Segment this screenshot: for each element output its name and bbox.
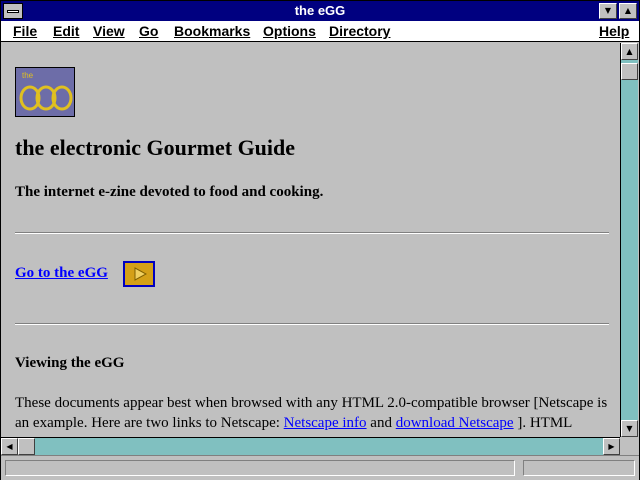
go-to-egg-link[interactable]: Go to the eGG [15,265,108,282]
browser-window: the eGG ▼ ▲ File Edit View Go Bookmarks … [0,0,640,480]
divider [15,232,609,234]
status-message-field [5,460,515,476]
menu-file[interactable]: File [13,23,37,39]
menu-go[interactable]: Go [139,23,158,39]
menu-edit[interactable]: Edit [53,23,79,39]
netscape-info-link[interactable]: Netscape info [284,415,367,431]
page-subheading: The internet e-zine devoted to food and … [15,184,324,200]
minimize-button[interactable]: ▼ [599,3,617,19]
menu-help[interactable]: Help [599,23,629,39]
download-netscape-link[interactable]: download Netscape [396,415,514,431]
body-paragraph: These documents appear best when browsed… [15,393,613,433]
divider [15,323,609,325]
window-title: the eGG [294,3,346,18]
paragraph-text: and [366,415,396,431]
scroll-left-button[interactable]: ◀ [1,438,18,455]
vertical-scrollbar[interactable]: ▲ ▼ [620,43,638,437]
play-arrow-icon [134,267,147,281]
menu-options[interactable]: Options [263,23,316,39]
egg-logo: the [15,67,75,117]
scroll-right-button[interactable]: ▶ [603,438,620,455]
menu-directory[interactable]: Directory [329,23,390,39]
section-heading: Viewing the eGG [15,355,125,371]
svg-text:the: the [22,71,34,80]
egg-logo-graphic: the [16,68,74,116]
maximize-button[interactable]: ▲ [619,3,637,19]
scrollbar-corner [620,437,638,455]
page-content[interactable]: the the electronic Gourmet Guide The int… [1,43,619,437]
horizontal-scrollbar[interactable]: ◀ ▶ [1,437,620,455]
scroll-up-button[interactable]: ▲ [621,43,638,60]
scroll-down-button[interactable]: ▼ [621,420,638,437]
status-bar [1,455,639,480]
menu-view[interactable]: View [93,23,125,39]
title-bar: the eGG ▼ ▲ [1,1,639,21]
page-heading: the electronic Gourmet Guide [15,135,296,160]
horizontal-scroll-thumb[interactable] [18,438,35,455]
paragraph-text: ]. HTML [513,415,573,431]
menu-bookmarks[interactable]: Bookmarks [174,23,250,39]
go-arrow-button[interactable] [123,261,155,287]
progress-field [523,460,635,476]
menu-bar: File Edit View Go Bookmarks Options Dire… [1,21,639,42]
vertical-scroll-thumb[interactable] [621,63,638,80]
